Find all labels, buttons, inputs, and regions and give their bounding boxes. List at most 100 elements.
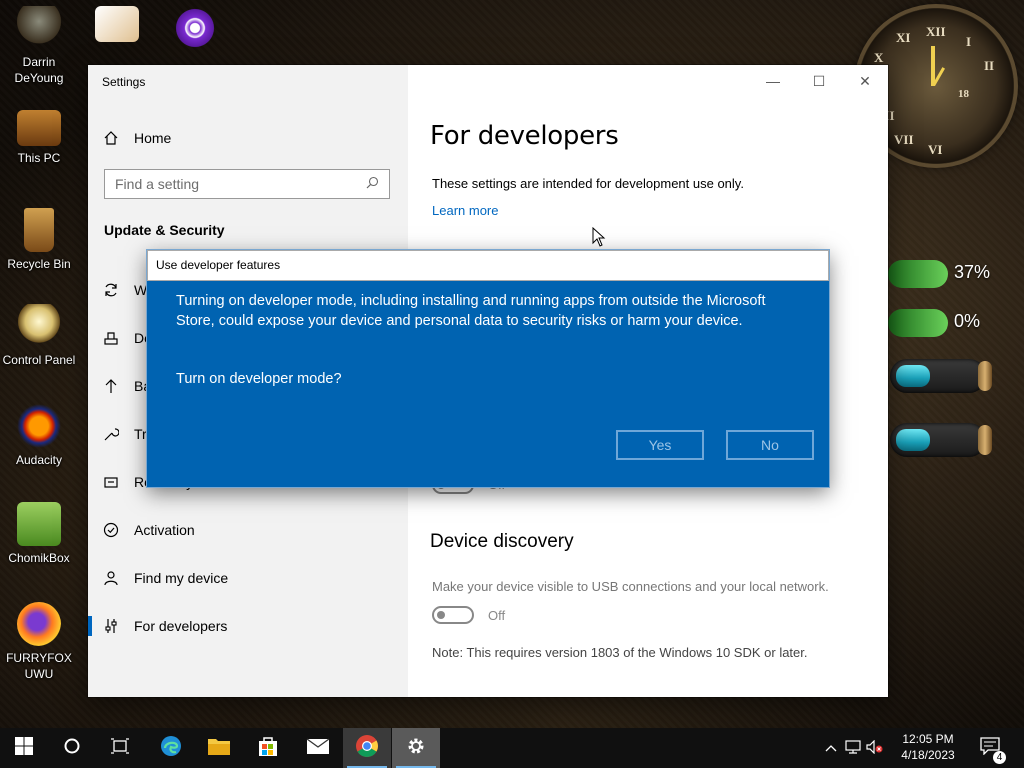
person-pin-icon bbox=[88, 570, 134, 586]
window-title: Settings bbox=[102, 75, 146, 89]
sidebar-section-title: Update & Security bbox=[104, 222, 225, 238]
figure-icon bbox=[17, 6, 61, 50]
dialog-title: Use developer features bbox=[147, 250, 829, 281]
sidebar-item-activation[interactable]: Activation bbox=[88, 510, 408, 550]
sidebar-item-label: Activation bbox=[134, 522, 195, 538]
windows-logo-icon bbox=[14, 736, 34, 761]
sidebar-item-label: W bbox=[134, 282, 148, 298]
page-title: For developers bbox=[430, 121, 619, 151]
firefox-icon bbox=[17, 602, 61, 646]
start-button[interactable] bbox=[0, 728, 48, 768]
sidebar-item-home[interactable]: Home bbox=[88, 118, 408, 158]
tor-icon bbox=[173, 6, 217, 50]
desktop-icon-label: Audacity bbox=[15, 453, 63, 467]
lightbulb-icon bbox=[17, 304, 61, 348]
desktop-icon-label: Control Panel bbox=[2, 353, 76, 367]
clock-numeral: VII bbox=[894, 132, 914, 147]
device-discovery-toggle[interactable] bbox=[432, 606, 474, 624]
sync-icon bbox=[88, 282, 134, 298]
cpu-meter-value: 37% bbox=[954, 262, 991, 282]
sidebar-item-find-my-device[interactable]: Find my device bbox=[88, 558, 408, 598]
search-input[interactable]: Find a setting bbox=[104, 169, 390, 199]
hxd-icon bbox=[95, 6, 139, 42]
desktop-icon-recycle-bin[interactable]: Recycle Bin bbox=[0, 208, 78, 272]
desktop-icon-darrin[interactable]: Darrin DeYoung bbox=[0, 6, 78, 86]
delivery-icon bbox=[88, 330, 134, 346]
sidebar-item-label: Tr bbox=[134, 426, 147, 442]
hamster-icon bbox=[17, 502, 61, 546]
taskbar-time: 12:05 PM bbox=[902, 732, 954, 746]
sidebar-item-label: For developers bbox=[134, 618, 228, 634]
desktop-icon-start-tor[interactable] bbox=[156, 6, 234, 54]
volume-muted-icon[interactable] bbox=[864, 739, 886, 757]
desktop-icon-furryfox[interactable]: FURRYFOX UWU bbox=[0, 602, 78, 682]
folder-icon bbox=[207, 736, 231, 761]
gear-icon bbox=[405, 735, 427, 762]
recovery-icon bbox=[88, 474, 134, 490]
task-view-button[interactable] bbox=[96, 728, 144, 768]
desktop-icon-this-pc[interactable]: This PC bbox=[0, 110, 78, 166]
computer-icon bbox=[17, 110, 61, 146]
sidebar-item-label: Find my device bbox=[134, 570, 229, 586]
cpu-meter-bar bbox=[888, 260, 948, 288]
ram-meter-bar bbox=[888, 309, 948, 337]
taskbar-chrome[interactable] bbox=[343, 728, 391, 768]
search-button[interactable] bbox=[48, 728, 96, 768]
desktop-icon-audacity[interactable]: Audacity bbox=[0, 404, 78, 468]
device-discovery-toggle-label: Off bbox=[488, 608, 506, 623]
network-icon[interactable] bbox=[842, 739, 864, 757]
clock-numeral: VI bbox=[928, 142, 943, 157]
clock-numeral: XI bbox=[896, 30, 911, 45]
taskbar-file-explorer[interactable] bbox=[195, 728, 243, 768]
taskbar-clock[interactable]: 12:05 PM 4/18/2023 bbox=[888, 731, 968, 763]
device-discovery-heading: Device discovery bbox=[430, 531, 574, 552]
developer-mode-dialog: Use developer features Turning on develo… bbox=[147, 250, 829, 487]
taskbar: 12:05 PM 4/18/2023 4 bbox=[0, 728, 1024, 768]
desktop-icon-chomikbox[interactable]: ChomikBox bbox=[0, 502, 78, 566]
battery-tube-1 bbox=[890, 359, 992, 393]
taskbar-date: 4/18/2023 bbox=[901, 748, 955, 762]
desktop-icon-label: Recycle Bin bbox=[7, 257, 71, 271]
desktop-icon-sex[interactable] bbox=[78, 6, 156, 46]
desktop-icon-control-panel[interactable]: Control Panel bbox=[0, 304, 78, 368]
taskbar-mail[interactable] bbox=[294, 728, 342, 768]
dialog-message: Turning on developer mode, including ins… bbox=[176, 293, 766, 329]
show-hidden-icons-chevron-icon[interactable] bbox=[820, 741, 842, 755]
task-view-icon bbox=[110, 737, 130, 760]
action-center-button[interactable]: 4 bbox=[966, 728, 1014, 768]
device-discovery-text: Make your device visible to USB connecti… bbox=[432, 579, 829, 594]
learn-more-link[interactable]: Learn more bbox=[432, 203, 498, 218]
sliders-icon bbox=[88, 618, 134, 634]
search-icon bbox=[366, 176, 379, 192]
audacity-icon bbox=[17, 404, 61, 448]
clock-numeral: I bbox=[966, 34, 972, 49]
notification-count-badge: 4 bbox=[993, 750, 1006, 764]
system-tray bbox=[820, 728, 886, 768]
home-icon bbox=[88, 130, 134, 146]
wrench-icon bbox=[88, 426, 134, 442]
dialog-question: Turn on developer mode? bbox=[176, 371, 342, 387]
notification-icon: 4 bbox=[980, 736, 1006, 764]
store-bag-icon bbox=[257, 735, 279, 762]
recycle-bin-icon bbox=[24, 208, 54, 252]
backup-icon bbox=[88, 378, 134, 394]
taskbar-store[interactable] bbox=[244, 728, 292, 768]
clock-numeral: X bbox=[874, 50, 884, 65]
sdk-note: Note: This requires version 1803 of the … bbox=[432, 645, 808, 660]
yes-button[interactable]: Yes bbox=[616, 430, 704, 460]
sidebar-item-label: Home bbox=[134, 130, 172, 146]
mail-icon bbox=[306, 737, 330, 760]
chrome-icon bbox=[355, 734, 379, 763]
taskbar-edge[interactable] bbox=[147, 728, 195, 768]
clock-subdial: 18 bbox=[958, 88, 969, 100]
no-button[interactable]: No bbox=[726, 430, 814, 460]
sidebar-item-for-developers[interactable]: For developers bbox=[88, 606, 408, 646]
desktop-icon-label: FURRYFOX UWU bbox=[6, 651, 72, 681]
clock-numeral: II bbox=[984, 58, 995, 73]
taskbar-settings[interactable] bbox=[392, 728, 440, 768]
battery-tube-2 bbox=[890, 423, 992, 457]
cortana-circle-icon bbox=[63, 737, 81, 760]
desktop-icon-label: Darrin DeYoung bbox=[14, 55, 64, 85]
desktop-icon-label: This PC bbox=[17, 151, 61, 165]
search-placeholder: Find a setting bbox=[115, 176, 200, 192]
